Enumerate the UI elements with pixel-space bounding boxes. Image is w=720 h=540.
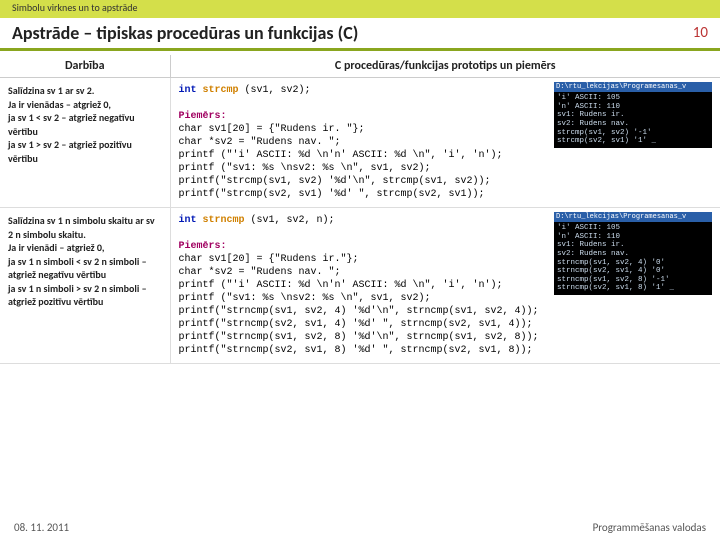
course-name: Programmēšanas valodas bbox=[593, 521, 706, 534]
term-line: strcmp(sv2, sv1) '1' _ bbox=[557, 137, 709, 146]
example-label: Piemērs: bbox=[179, 111, 227, 122]
col-prototype: C procedūras/funkcijas prototips un piem… bbox=[170, 55, 720, 78]
term-line: sv1: Rudens ir. bbox=[557, 111, 709, 120]
code-line: printf("strcmp(sv2, sv1) '%d' ", strcmp(… bbox=[179, 189, 485, 200]
table-row: Salīdzina sv 1 n simbolu skaitu ar sv 2 … bbox=[0, 208, 720, 364]
code-line: char *sv2 = "Rudens nav. "; bbox=[179, 137, 341, 148]
term-line: 'i' ASCII: 105 bbox=[557, 224, 709, 233]
code-line: char sv1[20] = {"Rudens ir. "}; bbox=[179, 124, 365, 135]
term-line: strncmp(sv2, sv1, 8) '1' _ bbox=[557, 284, 709, 293]
functions-table: Darbība C procedūras/funkcijas prototips… bbox=[0, 55, 720, 364]
type-keyword: int bbox=[179, 85, 197, 96]
term-line: 'n' ASCII: 110 bbox=[557, 233, 709, 242]
code-line: char sv1[20] = {"Rudens ir."}; bbox=[179, 254, 359, 265]
code-line: printf ("'i' ASCII: %d \n'n' ASCII: %d \… bbox=[179, 150, 503, 161]
table-row: Salīdzina sv 1 ar sv 2. Ja ir vienādas –… bbox=[0, 78, 720, 208]
example-label: Piemērs: bbox=[179, 241, 227, 252]
term-line: sv1: Rudens ir. bbox=[557, 241, 709, 250]
func-sig: (sv1, sv2, n); bbox=[245, 215, 335, 226]
func-name: strcmp bbox=[203, 85, 239, 96]
desc-line: Salīdzina sv 1 ar sv 2. bbox=[8, 84, 94, 97]
code-line: char *sv2 = "Rudens nav. "; bbox=[179, 267, 341, 278]
term-line: sv2: Rudens nav. bbox=[557, 250, 709, 259]
code-line: printf ("sv1: %s \nsv2: %s \n", sv1, sv2… bbox=[179, 163, 431, 174]
output-strcmp: D:\rtu_lekcijas\Programesanas_v 'i' ASCI… bbox=[550, 78, 720, 208]
desc-line: ja sv 1 > sv 2 – atgriež pozitīvu vērtīb… bbox=[8, 138, 132, 165]
code-line: printf("strcmp(sv1, sv2) '%d'\n", strcmp… bbox=[179, 176, 491, 187]
desc-line: Ja ir vienādas – atgriež 0, bbox=[8, 98, 111, 111]
code-line: printf ("sv1: %s \nsv2: %s \n", sv1, sv2… bbox=[179, 293, 431, 304]
page-number: 10 bbox=[693, 24, 708, 42]
desc-line: ja sv 1 n simboli > sv 2 n simboli – atg… bbox=[8, 282, 147, 309]
table-header-row: Darbība C procedūras/funkcijas prototips… bbox=[0, 55, 720, 78]
breadcrumb: Simbolu virknes un to apstrāde bbox=[0, 0, 720, 18]
terminal-header: D:\rtu_lekcijas\Programesanas_v bbox=[554, 212, 712, 222]
output-strncmp: D:\rtu_lekcijas\Programesanas_v 'i' ASCI… bbox=[550, 208, 720, 364]
terminal-output: D:\rtu_lekcijas\Programesanas_v 'i' ASCI… bbox=[554, 212, 712, 295]
terminal-header: D:\rtu_lekcijas\Programesanas_v bbox=[554, 82, 712, 92]
term-line: strncmp(sv2, sv1, 4) '0' bbox=[557, 267, 709, 276]
func-sig: (sv1, sv2); bbox=[239, 85, 311, 96]
code-line: printf("strncmp(sv2, sv1, 8) '%d' ", str… bbox=[179, 345, 533, 356]
term-line: strncmp(sv1, sv2, 8) '-1' bbox=[557, 276, 709, 285]
term-line: 'i' ASCII: 105 bbox=[557, 94, 709, 103]
code-strncmp: int strncmp (sv1, sv2, n); Piemērs: char… bbox=[170, 208, 550, 364]
desc-strncmp: Salīdzina sv 1 n simbolu skaitu ar sv 2 … bbox=[0, 208, 170, 364]
desc-line: ja sv 1 n simboli < sv 2 n simboli – atg… bbox=[8, 255, 147, 282]
title-bar: Apstrāde – tipiskas procedūras un funkci… bbox=[0, 18, 720, 51]
desc-line: Ja ir vienādi – atgriež 0, bbox=[8, 241, 105, 254]
code-strcmp: int strcmp (sv1, sv2); Piemērs: char sv1… bbox=[170, 78, 550, 208]
code-line: printf("strncmp(sv2, sv1, 4) '%d' ", str… bbox=[179, 319, 533, 330]
type-keyword: int bbox=[179, 215, 197, 226]
page-title: Apstrāde – tipiskas procedūras un funkci… bbox=[12, 22, 358, 44]
term-line: strncmp(sv1, sv2, 4) '0' bbox=[557, 259, 709, 268]
terminal-output: D:\rtu_lekcijas\Programesanas_v 'i' ASCI… bbox=[554, 82, 712, 148]
term-line: sv2: Rudens nav. bbox=[557, 120, 709, 129]
term-line: strcmp(sv1, sv2) '-1' bbox=[557, 129, 709, 138]
func-name: strncmp bbox=[203, 215, 245, 226]
desc-line: ja sv 1 < sv 2 – atgriež negatīvu vērtīb… bbox=[8, 111, 135, 138]
col-action: Darbība bbox=[0, 55, 170, 78]
term-line: 'n' ASCII: 110 bbox=[557, 103, 709, 112]
code-line: printf ("'i' ASCII: %d \n'n' ASCII: %d \… bbox=[179, 280, 503, 291]
code-line: printf("strncmp(sv1, sv2, 4) '%d'\n", st… bbox=[179, 306, 539, 317]
desc-line: Salīdzina sv 1 n simbolu skaitu ar sv 2 … bbox=[8, 214, 155, 241]
slide-date: 08. 11. 2011 bbox=[14, 521, 69, 534]
desc-strcmp: Salīdzina sv 1 ar sv 2. Ja ir vienādas –… bbox=[0, 78, 170, 208]
code-line: printf("strncmp(sv1, sv2, 8) '%d'\n", st… bbox=[179, 332, 539, 343]
footer: 08. 11. 2011 Programmēšanas valodas bbox=[0, 521, 720, 534]
